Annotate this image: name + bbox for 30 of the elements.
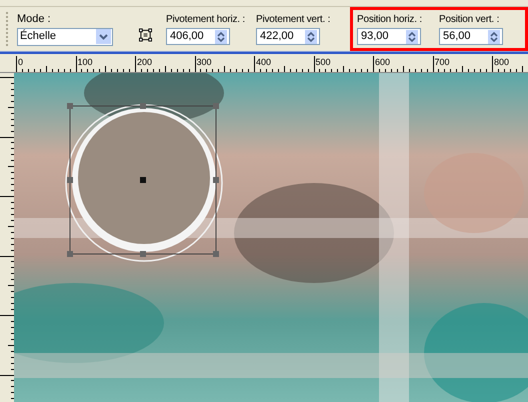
ruler-label: 400 — [256, 57, 272, 67]
ruler-label: 200 — [137, 57, 152, 67]
transform-box-icon[interactable] — [138, 28, 152, 42]
field-value: 93,00 — [361, 29, 389, 44]
spin-field[interactable]: 406,00 — [166, 28, 230, 45]
ruler-label: 600 — [375, 57, 390, 67]
spin-arrows-icon[interactable] — [305, 30, 317, 44]
mode-dropdown[interactable]: Échelle — [16, 28, 113, 46]
mode-label: Mode : — [16, 12, 52, 26]
ruler-label: 100 — [78, 57, 93, 67]
spin-field[interactable]: 93,00 — [357, 28, 421, 45]
ruler-label: 0 — [18, 57, 24, 67]
spin-field[interactable]: 56,00 — [439, 28, 503, 45]
field-label: Position vert. : — [439, 13, 500, 26]
field-label: Pivotement vert. : — [256, 13, 332, 26]
ruler-label: 800 — [494, 57, 510, 67]
field-label: Pivotement horiz. : — [166, 13, 246, 26]
ruler-label: 700 — [434, 57, 450, 67]
spin-arrows-icon[interactable] — [488, 30, 500, 44]
spin-arrows-icon[interactable] — [215, 30, 227, 44]
spin-field[interactable]: 422,00 — [256, 28, 320, 45]
field-value: 406,00 — [170, 29, 204, 44]
spin-arrows-icon[interactable] — [406, 30, 418, 44]
field-value: 422,00 — [260, 29, 294, 44]
ruler-label: 500 — [316, 57, 331, 67]
field-label: Position horiz. : — [357, 13, 423, 26]
ruler-label: 300 — [196, 57, 212, 67]
field-value: 56,00 — [443, 29, 471, 44]
toolbar-grip[interactable] — [6, 12, 9, 46]
mode-value: Échelle — [20, 28, 56, 44]
